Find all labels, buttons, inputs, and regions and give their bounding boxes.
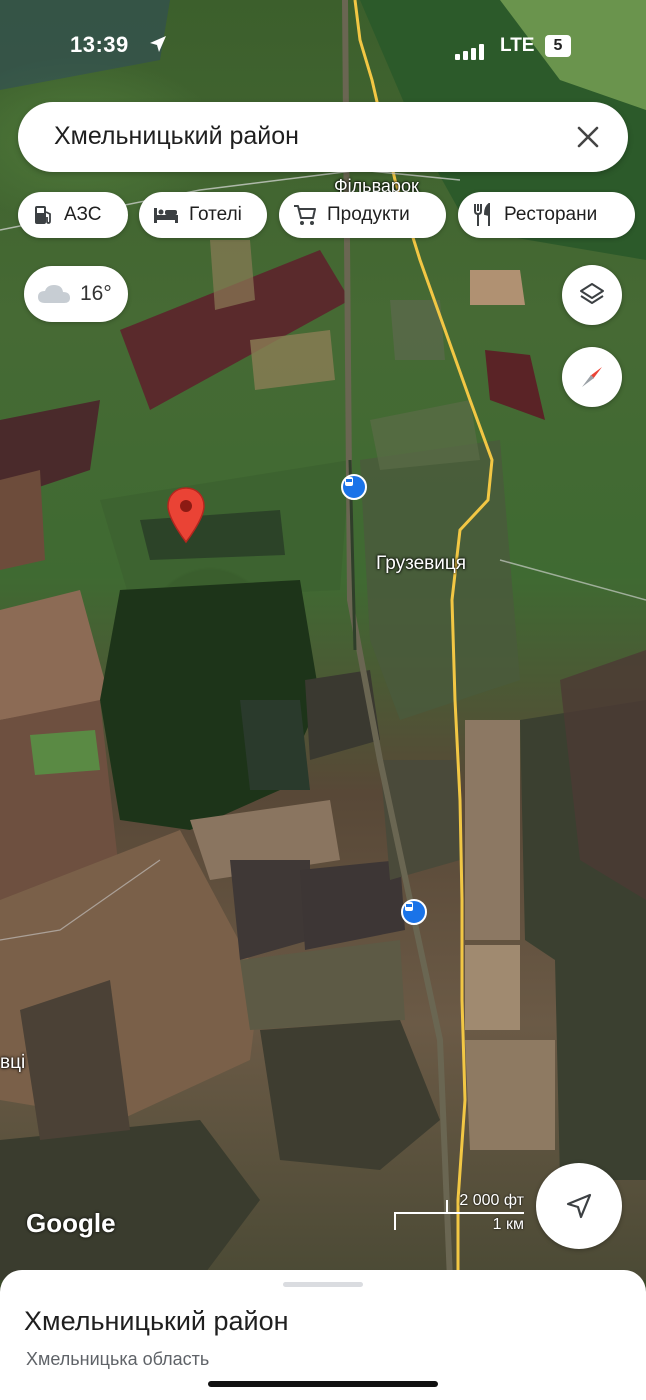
my-location-button[interactable] — [536, 1163, 622, 1249]
compass-button[interactable] — [562, 347, 622, 407]
search-query[interactable]: Хмельницький район — [54, 122, 299, 151]
scale-tick — [394, 1212, 396, 1230]
shopping-cart-icon — [294, 205, 316, 225]
chip-label: АЗС — [64, 204, 102, 225]
hotel-bed-icon — [154, 208, 178, 223]
google-logo: Google — [26, 1208, 116, 1238]
scale-feet-label: 2 000 фт — [459, 1192, 524, 1209]
train-station-icon[interactable] — [401, 899, 427, 925]
chip-label: Готелі — [189, 204, 242, 225]
map-layers-button[interactable] — [562, 265, 622, 325]
network-type: LTE — [500, 35, 535, 56]
weather-widget[interactable]: 16° — [24, 266, 128, 322]
status-bar: 13:39 LTE 5 — [0, 26, 646, 66]
battery-icon: 5 — [545, 35, 571, 57]
chip-gas-stations[interactable]: АЗС — [18, 192, 128, 238]
chip-label: Ресторани — [504, 204, 598, 225]
chip-hotels[interactable]: Готелі — [139, 192, 267, 238]
navigation-arrow-icon — [566, 1193, 592, 1219]
place-bottom-sheet[interactable]: Хмельницький район Хмельницька область — [0, 1270, 646, 1400]
compass-icon — [582, 367, 602, 387]
place-title: Хмельницький район — [24, 1306, 289, 1336]
place-subtitle: Хмельницька область — [26, 1349, 210, 1369]
scale-tick — [446, 1200, 448, 1214]
cellular-signal-icon — [455, 40, 489, 66]
home-indicator[interactable] — [208, 1381, 438, 1387]
chip-restaurants[interactable]: Ресторани — [458, 192, 635, 238]
close-icon[interactable] — [570, 119, 606, 155]
weather-temperature: 16° — [80, 282, 112, 305]
layers-icon — [580, 283, 604, 304]
chip-groceries[interactable]: Продукти — [279, 192, 446, 238]
sheet-drag-handle[interactable] — [283, 1282, 363, 1287]
scale-km-label: 1 км — [492, 1216, 524, 1233]
map-label-partial-village[interactable]: вці — [0, 1052, 25, 1074]
cloud-icon — [38, 285, 70, 303]
chip-label: Продукти — [327, 204, 410, 225]
map-scale: 2 000 фт 1 км — [394, 1192, 524, 1236]
search-bar[interactable]: Хмельницький район — [18, 102, 628, 172]
map-label-gruzevytsia[interactable]: Грузевиця — [376, 553, 466, 575]
gas-station-icon — [35, 206, 51, 224]
status-time: 13:39 — [70, 32, 129, 57]
bus-stop-icon[interactable] — [341, 474, 367, 500]
location-services-icon — [148, 34, 168, 60]
restaurant-icon — [474, 203, 490, 226]
scale-bar — [394, 1212, 524, 1214]
